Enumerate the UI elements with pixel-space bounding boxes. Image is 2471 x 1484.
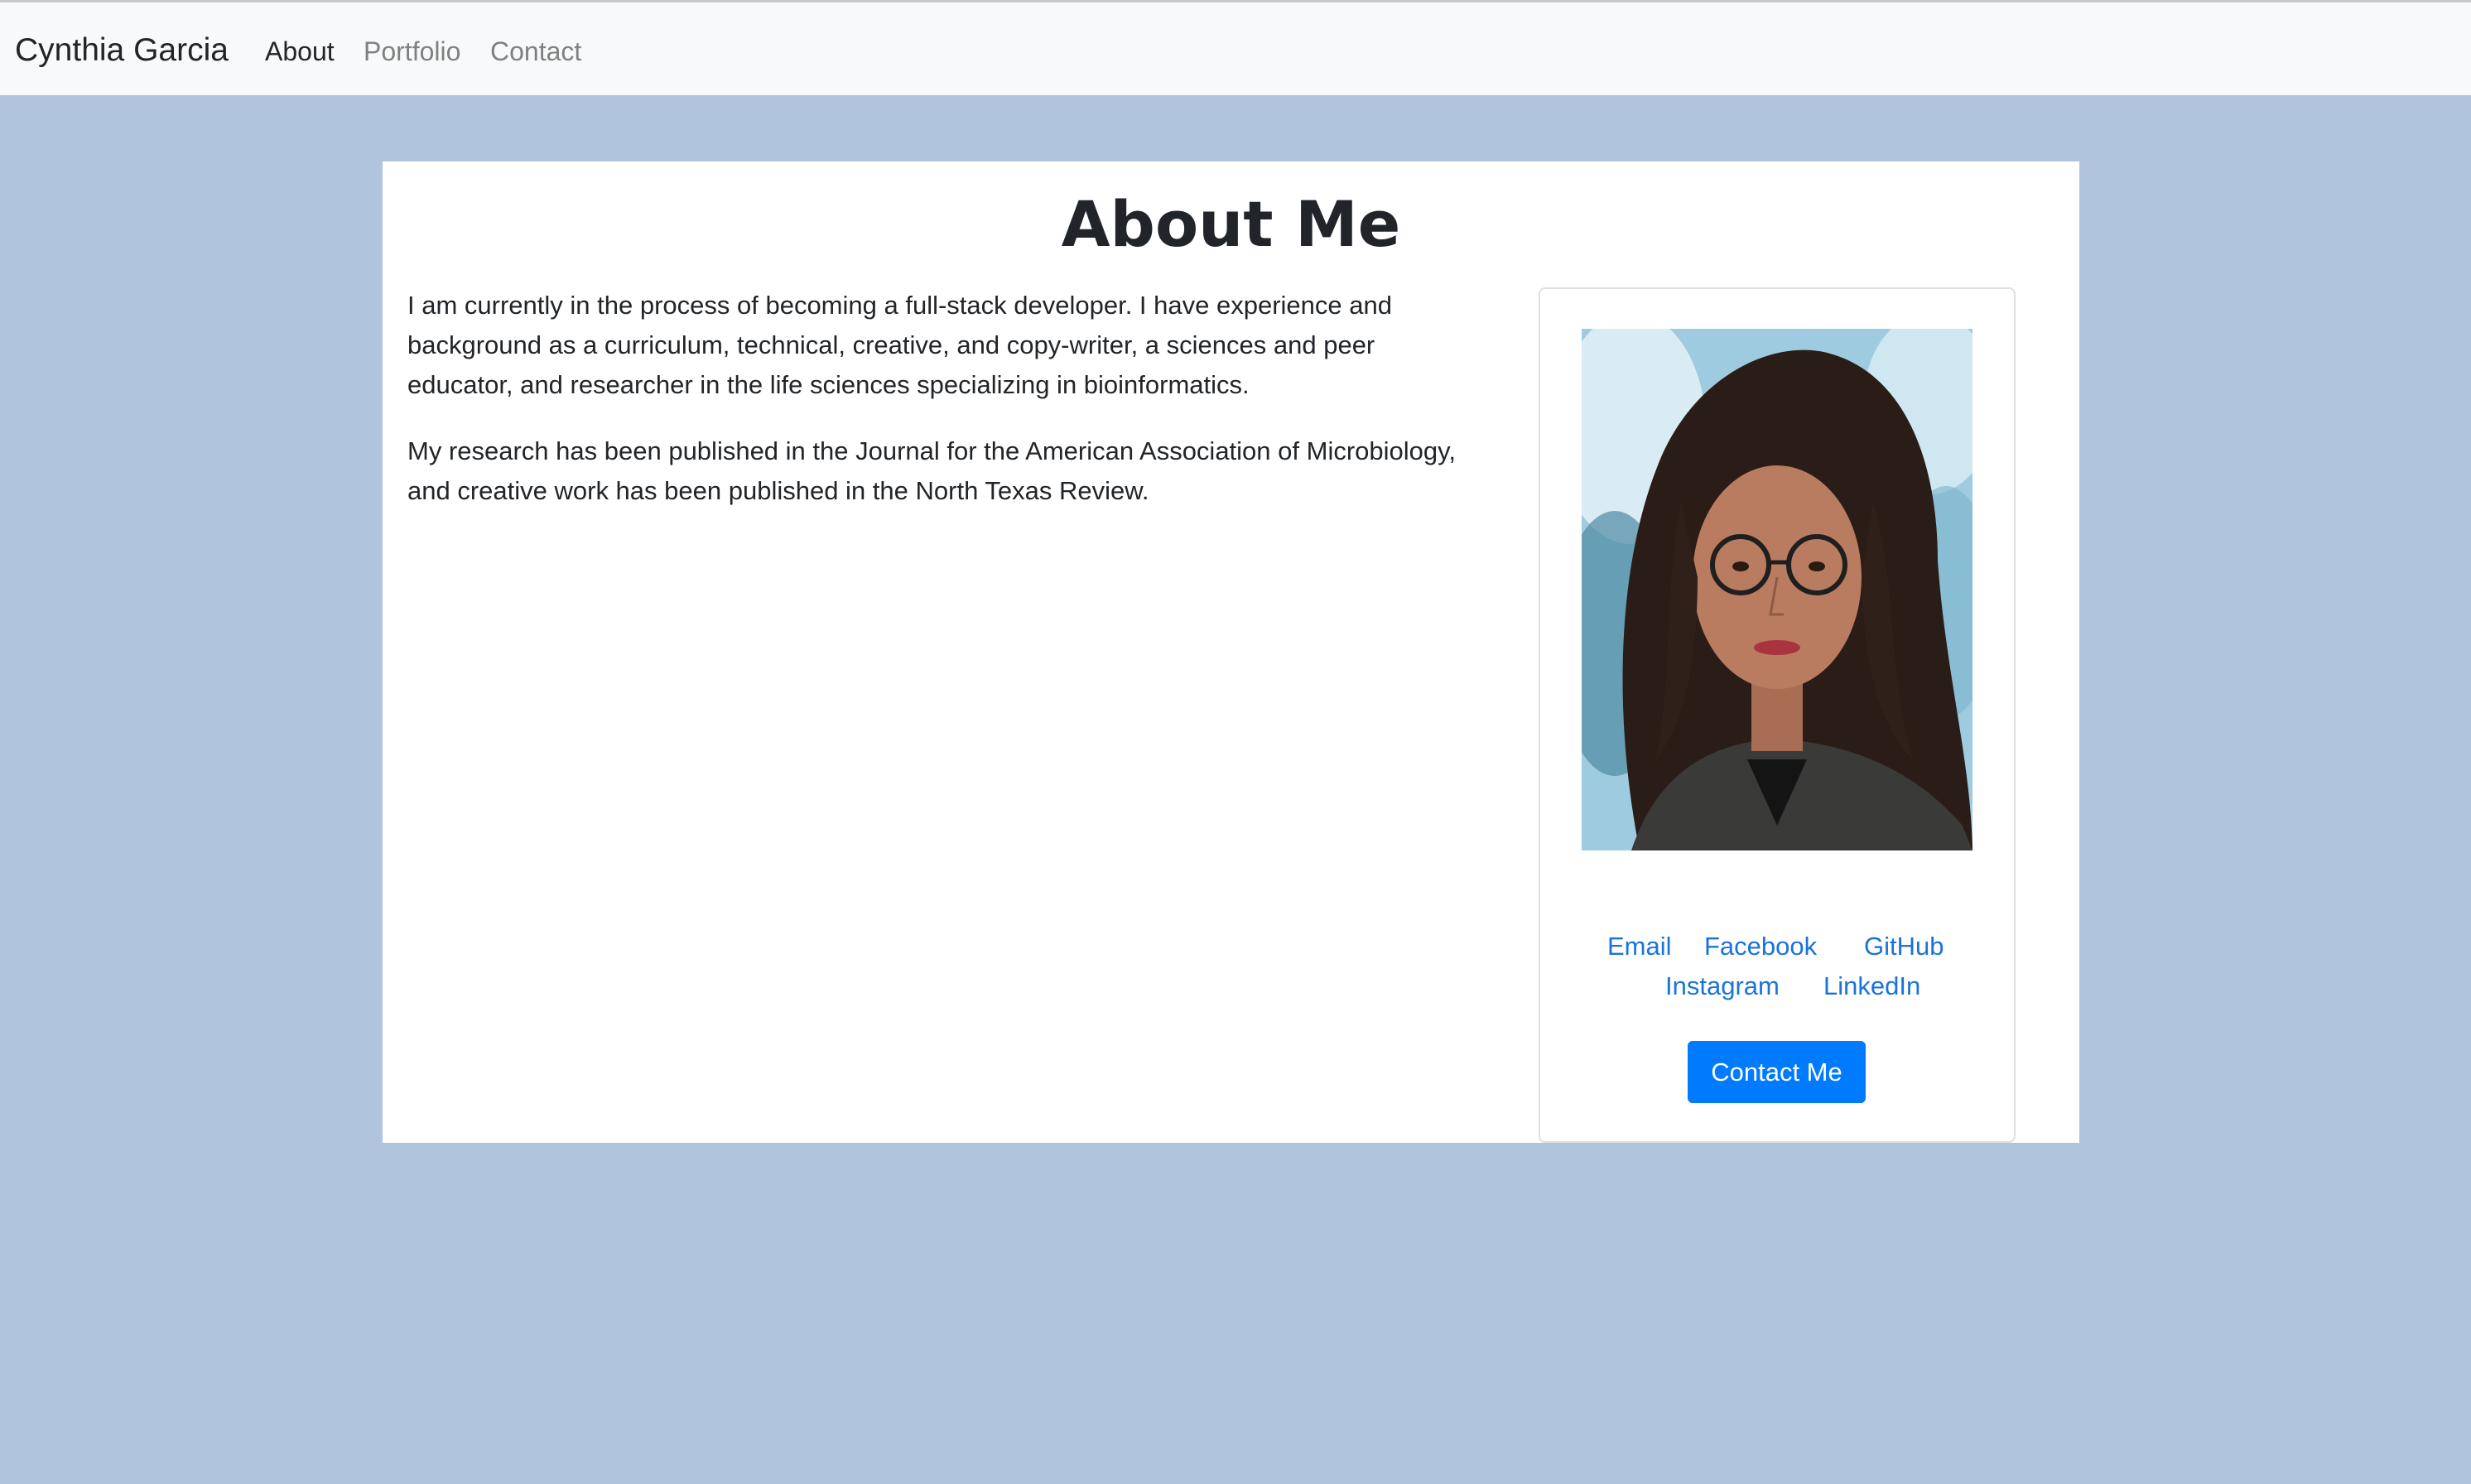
- page-title: About Me: [1061, 187, 1401, 261]
- about-panel: About Me I am currently in the process o…: [383, 161, 2079, 1143]
- github-link[interactable]: GitHub: [1864, 930, 1944, 963]
- profile-card: Email Facebook GitHub Instagram LinkedIn…: [1539, 287, 2016, 1143]
- brand-link[interactable]: Cynthia Garcia: [15, 31, 229, 70]
- top-navbar: Cynthia Garcia About Portfolio Contact: [0, 0, 2471, 95]
- bio-text: I am currently in the process of becomin…: [407, 286, 1484, 537]
- nav-link-about[interactable]: About: [265, 34, 335, 69]
- linkedin-link[interactable]: LinkedIn: [1823, 970, 1920, 1003]
- nav-link-contact[interactable]: Contact: [490, 34, 581, 69]
- profile-photo: [1582, 329, 1972, 850]
- portrait-illustration: [1582, 329, 1972, 850]
- email-link[interactable]: Email: [1607, 930, 1672, 963]
- instagram-link[interactable]: Instagram: [1665, 970, 1780, 1003]
- bio-paragraph: My research has been published in the Jo…: [407, 436, 1456, 505]
- facebook-link[interactable]: Facebook: [1704, 930, 1817, 963]
- nav-link-portfolio[interactable]: Portfolio: [364, 34, 460, 69]
- contact-me-button[interactable]: Contact Me: [1688, 1041, 1866, 1103]
- bio-paragraph: I am currently in the process of becomin…: [407, 291, 1392, 399]
